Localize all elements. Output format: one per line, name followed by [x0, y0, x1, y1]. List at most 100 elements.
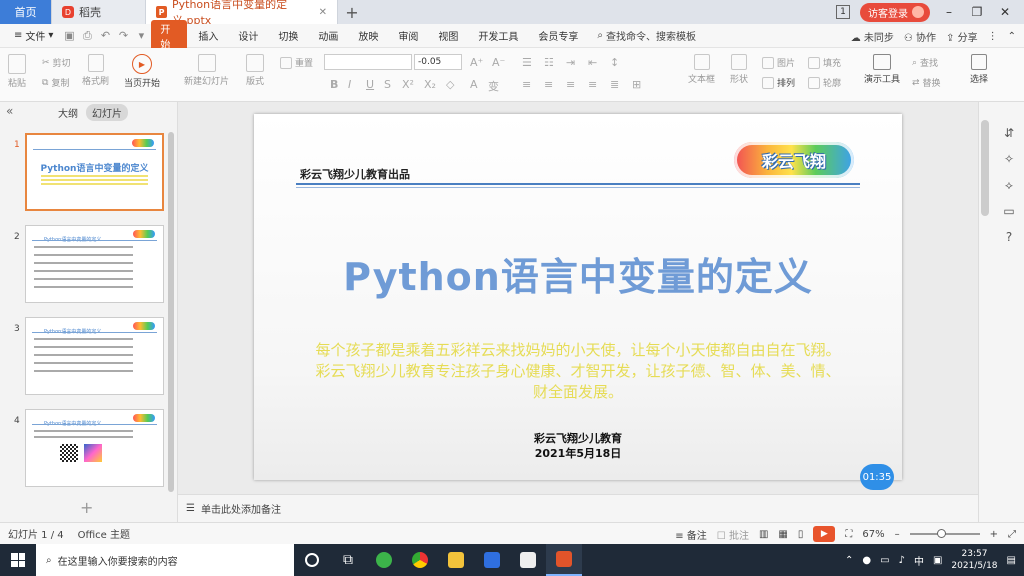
page-badge[interactable]: 1 — [836, 5, 850, 19]
layout-button[interactable]: 版式 — [246, 54, 264, 87]
indent-icon[interactable]: ⇥ — [566, 56, 575, 69]
menu-item-start[interactable]: 开始 — [151, 19, 188, 52]
font-size-select[interactable]: -0.05 — [414, 54, 462, 70]
zoom-in-icon[interactable]: + — [990, 529, 998, 540]
copy-button[interactable]: ⧉ 复制 — [42, 76, 69, 90]
new-slide-button[interactable]: 新建幻灯片 — [184, 54, 229, 87]
format-painter-button[interactable]: 格式刷 — [82, 54, 109, 87]
command-search[interactable]: ⌕ 查找命令、搜索模板 — [589, 28, 704, 43]
line-spacing-icon[interactable]: ↕ — [610, 56, 619, 69]
close-tab-icon[interactable]: ✕ — [319, 7, 327, 18]
redo-icon[interactable]: ↷ — [115, 28, 131, 44]
ime-indicator[interactable]: 中 — [914, 553, 924, 568]
add-slide-button[interactable]: + — [80, 498, 93, 517]
tray-expand-icon[interactable]: ⌃ — [845, 555, 853, 566]
collapse-panel-icon[interactable]: « — [6, 104, 13, 118]
backup-icon[interactable]: ▭ — [1001, 204, 1017, 220]
collab-button[interactable]: ⚇ 协作 — [904, 29, 936, 44]
numbering-icon[interactable]: ☷ — [544, 56, 554, 69]
reset-button[interactable]: 重置 — [280, 56, 313, 69]
volume-icon[interactable]: ♪ — [899, 555, 905, 566]
menu-item-view[interactable]: 视图 — [429, 26, 467, 45]
slide[interactable]: 彩云飞翔少儿教育出品 彩云飞翔 Python语言中变量的定义 每个孩子都是乘着五… — [254, 114, 902, 480]
close-window-icon[interactable]: ✕ — [996, 5, 1014, 19]
menu-item-design[interactable]: 设计 — [229, 26, 267, 45]
shape-button[interactable]: 形状 — [730, 54, 748, 85]
text-direction-icon[interactable]: ⊞ — [632, 78, 641, 91]
menu-item-transition[interactable]: 切换 — [269, 26, 307, 45]
notes-bar[interactable]: ☰ 单击此处添加备注 — [178, 494, 978, 522]
justify-icon[interactable]: ≡ — [588, 78, 597, 91]
presentation-tools-button[interactable]: 演示工具 — [864, 54, 900, 85]
property-icon[interactable]: ⇵ — [1001, 126, 1017, 142]
notification-icon[interactable]: ▤ — [1007, 555, 1016, 566]
clock[interactable]: 23:57 2021/5/18 — [951, 548, 997, 572]
menu-item-slideshow[interactable]: 放映 — [349, 26, 387, 45]
outline-button[interactable]: 轮廓 — [808, 76, 841, 89]
subscript-icon[interactable]: X₂ — [424, 78, 436, 91]
fit-window-icon[interactable]: ⛶ — [845, 529, 852, 540]
restore-icon[interactable]: ❐ — [968, 5, 986, 19]
find-button[interactable]: ⌕ 查找 — [912, 56, 938, 70]
more-options-icon[interactable]: ⋮ — [988, 31, 998, 42]
play-from-current-button[interactable]: ▶ 当页开始 — [124, 54, 160, 89]
font-color-icon[interactable]: A — [470, 78, 478, 91]
ime-tool-icon[interactable]: ▣ — [933, 555, 942, 566]
play-slideshow-button[interactable]: ▶ — [813, 526, 836, 542]
minimize-icon[interactable]: – — [940, 5, 958, 19]
app-document-icon[interactable] — [510, 544, 546, 576]
tab-docer[interactable]: D 稻壳 — [52, 0, 146, 24]
animation-pane-icon[interactable]: ✧ — [1001, 152, 1017, 168]
align-left-icon[interactable]: ≡ — [522, 78, 531, 91]
more-icon[interactable]: ▾ — [133, 28, 149, 44]
chrome-icon[interactable] — [402, 544, 438, 576]
zoom-slider[interactable] — [909, 529, 980, 538]
undo-icon[interactable]: ↶ — [97, 28, 113, 44]
text-box-button[interactable]: 文本框 — [688, 54, 715, 85]
slide-thumbnail-4[interactable]: Python语言中变量的定义 — [25, 409, 164, 487]
fullscreen-icon[interactable]: ⤢ — [1008, 529, 1016, 540]
share-button[interactable]: ⇪ 分享 — [946, 29, 978, 44]
taskbar-search[interactable]: ⌕ 在这里输入你要搜索的内容 — [36, 544, 294, 576]
wps-presentation-icon[interactable] — [546, 544, 582, 576]
fill-button[interactable]: 填充 — [808, 56, 841, 69]
menu-item-insert[interactable]: 插入 — [189, 26, 227, 45]
zoom-value[interactable]: 67% — [862, 529, 884, 540]
highlight-icon[interactable]: 变 — [488, 78, 499, 94]
add-tab-button[interactable]: + — [338, 0, 366, 24]
file-menu[interactable]: ≡ 文件 ▾ — [8, 28, 59, 43]
normal-view-icon[interactable]: ▥ — [759, 529, 768, 540]
shrink-font-icon[interactable]: A⁻ — [492, 56, 505, 69]
bold-icon[interactable]: B — [330, 78, 338, 91]
paste-button[interactable]: 粘贴 — [8, 54, 26, 89]
picture-button[interactable]: 图片 — [762, 56, 795, 69]
tab-slides[interactable]: 幻灯片 — [86, 104, 128, 121]
slide-thumbnail-2[interactable]: Python语言中变量的定义 — [25, 225, 164, 303]
save-icon[interactable]: ▣ — [61, 28, 77, 44]
arrange-button[interactable]: 排列 — [762, 76, 795, 89]
help-icon[interactable]: ? — [1001, 230, 1017, 246]
strikethrough-icon[interactable]: S — [384, 78, 391, 91]
sorter-view-icon[interactable]: ▦ — [778, 529, 787, 540]
wps-writer-icon[interactable] — [474, 544, 510, 576]
cut-button[interactable]: ✂ 剪切 — [42, 56, 71, 70]
slide-thumbnail-3[interactable]: Python语言中变量的定义 — [25, 317, 164, 395]
distribute-icon[interactable]: ≣ — [610, 78, 619, 91]
menu-item-member[interactable]: 会员专享 — [529, 26, 587, 45]
align-right-icon[interactable]: ≡ — [566, 78, 575, 91]
clear-format-icon[interactable]: ◇ — [446, 78, 454, 91]
outdent-icon[interactable]: ⇤ — [588, 56, 597, 69]
replace-button[interactable]: ⇄ 替换 — [912, 76, 941, 90]
comments-toggle[interactable]: ☐ 批注 — [717, 527, 749, 542]
zoom-slider-knob[interactable] — [937, 529, 947, 538]
file-explorer-icon[interactable] — [438, 544, 474, 576]
select-button[interactable]: 选择 — [970, 54, 988, 85]
zoom-out-icon[interactable]: – — [895, 529, 900, 540]
microphone-icon[interactable]: ● — [862, 555, 871, 566]
start-button[interactable] — [0, 544, 36, 576]
recording-timer[interactable]: 01:35 — [860, 464, 894, 490]
menu-item-review[interactable]: 审阅 — [389, 26, 427, 45]
align-center-icon[interactable]: ≡ — [544, 78, 553, 91]
sync-button[interactable]: ☁ 未同步 — [851, 29, 894, 44]
tab-outline[interactable]: 大纲 — [52, 104, 84, 121]
